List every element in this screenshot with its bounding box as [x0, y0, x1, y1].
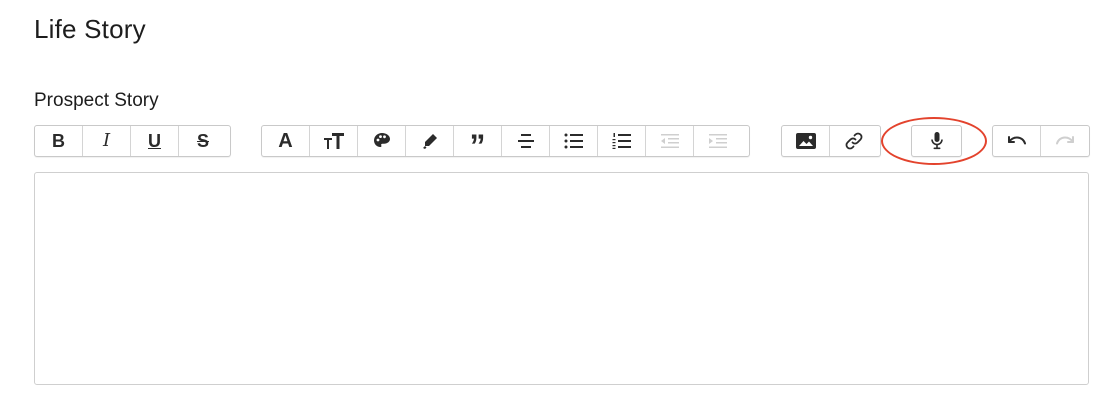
redo-button[interactable]	[1041, 126, 1089, 156]
prospect-story-label: Prospect Story	[34, 90, 159, 111]
prospect-story-editor[interactable]	[34, 172, 1089, 385]
italic-icon: I	[102, 130, 111, 151]
toolbar-group-history	[992, 125, 1090, 157]
quote-button[interactable]: ”	[454, 126, 502, 164]
insert-link-button[interactable]	[830, 126, 878, 156]
highlight-button[interactable]	[406, 126, 454, 156]
bullet-list-button[interactable]	[550, 126, 598, 156]
outdent-icon	[660, 133, 680, 149]
insert-image-button[interactable]	[782, 126, 830, 156]
bold-button[interactable]: B	[35, 126, 83, 156]
section-title: Life Story	[34, 14, 146, 44]
bullet-list-icon	[564, 133, 584, 149]
voice-input-button[interactable]	[912, 126, 961, 156]
align-button[interactable]	[502, 126, 550, 156]
indent-button[interactable]	[694, 126, 742, 156]
font-icon: A	[278, 130, 293, 152]
toolbar-group-insert	[781, 125, 881, 157]
numbered-list-button[interactable]	[598, 126, 646, 156]
strikethrough-icon: S	[196, 131, 209, 151]
link-icon	[844, 131, 864, 151]
toolbar-group-format: A ”	[261, 125, 750, 164]
highlighter-icon	[421, 132, 439, 150]
toolbar-group-text-style: B I U S	[34, 125, 231, 157]
font-size-button[interactable]	[310, 126, 358, 156]
font-button[interactable]: A	[262, 126, 310, 156]
underline-button[interactable]: U	[131, 126, 179, 156]
outdent-button[interactable]	[646, 126, 694, 156]
toolbar-group-voice	[911, 125, 962, 157]
numbered-list-icon	[612, 133, 632, 149]
underline-icon: U	[148, 131, 161, 151]
strikethrough-button[interactable]: S	[179, 126, 227, 156]
undo-icon	[1006, 133, 1028, 149]
text-color-button[interactable]	[358, 126, 406, 156]
align-center-icon	[517, 133, 535, 149]
image-icon	[795, 132, 817, 150]
redo-icon	[1054, 133, 1076, 149]
font-size-icon	[323, 132, 345, 150]
italic-button[interactable]: I	[83, 126, 131, 156]
palette-icon	[373, 132, 391, 150]
bold-icon: B	[52, 131, 65, 151]
quote-icon: ”	[469, 127, 486, 164]
undo-button[interactable]	[993, 126, 1041, 156]
indent-icon	[708, 133, 728, 149]
microphone-icon	[930, 131, 944, 151]
